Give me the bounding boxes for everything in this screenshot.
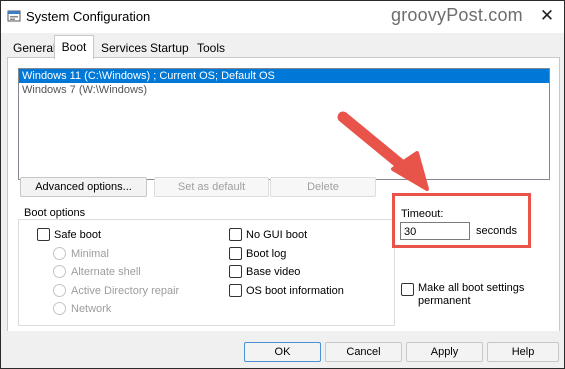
annotation-arrow — [337, 111, 429, 191]
minimal-label: Minimal — [71, 247, 109, 260]
checkbox-box[interactable] — [229, 228, 242, 241]
no-gui-boot-checkbox[interactable]: No GUI boot — [229, 228, 307, 241]
ok-button[interactable]: OK — [244, 342, 321, 362]
system-configuration-window: System Configuration groovyPost.com ✕ Ge… — [0, 0, 565, 369]
tab-tools[interactable]: Tools — [197, 39, 225, 57]
checkbox-box[interactable] — [37, 228, 50, 241]
network-radio[interactable]: Network — [53, 302, 111, 315]
set-as-default-button[interactable]: Set as default — [154, 177, 269, 197]
tab-general[interactable]: General — [13, 39, 56, 57]
boot-options-label: Boot options — [24, 207, 86, 219]
make-permanent-checkbox[interactable]: Make all boot settings permanent — [401, 282, 543, 308]
os-list[interactable]: Windows 11 (C:\Windows) ; Current OS; De… — [18, 68, 550, 180]
apply-button[interactable]: Apply — [406, 342, 483, 362]
os-list-item[interactable]: Windows 7 (W:\Windows) — [19, 83, 549, 97]
make-permanent-label: Make all boot settings permanent — [418, 282, 525, 307]
watermark-text: groovyPost.com — [391, 5, 523, 25]
ad-repair-radio[interactable]: Active Directory repair — [53, 284, 179, 297]
no-gui-boot-label: No GUI boot — [246, 228, 308, 241]
safe-boot-label: Safe boot — [54, 228, 102, 241]
msconfig-icon — [7, 10, 21, 22]
minimal-radio[interactable]: Minimal — [53, 247, 109, 260]
radio-circle[interactable] — [53, 284, 66, 297]
network-label: Network — [71, 302, 112, 315]
os-boot-information-checkbox[interactable]: OS boot information — [229, 284, 344, 297]
timeout-highlight-box — [392, 193, 531, 248]
alternate-shell-label: Alternate shell — [71, 265, 141, 278]
tab-strip: General Boot Services Startup Tools — [1, 35, 564, 59]
os-boot-information-label: OS boot information — [246, 284, 344, 297]
checkbox-box[interactable] — [229, 247, 242, 260]
os-list-item[interactable]: Windows 11 (C:\Windows) ; Current OS; De… — [19, 69, 549, 83]
help-button[interactable]: Help — [487, 342, 559, 362]
alternate-shell-radio[interactable]: Alternate shell — [53, 265, 141, 278]
title-bar: System Configuration groovyPost.com ✕ — [1, 1, 564, 33]
cancel-button[interactable]: Cancel — [325, 342, 402, 362]
checkbox-box[interactable] — [401, 283, 414, 296]
base-video-label: Base video — [246, 265, 301, 278]
tab-startup[interactable]: Startup — [150, 39, 189, 57]
boot-log-label: Boot log — [246, 247, 287, 260]
base-video-checkbox[interactable]: Base video — [229, 265, 300, 278]
dialog-button-bar: OK Cancel Apply Help — [1, 331, 564, 368]
close-icon[interactable]: ✕ — [535, 5, 559, 27]
radio-circle[interactable] — [53, 302, 66, 315]
tab-services[interactable]: Services — [101, 39, 147, 57]
window-title: System Configuration — [26, 9, 151, 24]
boot-log-checkbox[interactable]: Boot log — [229, 247, 286, 260]
safe-boot-checkbox[interactable]: Safe boot — [37, 228, 101, 241]
ad-repair-label: Active Directory repair — [71, 284, 180, 297]
checkbox-box[interactable] — [229, 265, 242, 278]
radio-circle[interactable] — [53, 247, 66, 260]
tab-boot[interactable]: Boot — [54, 35, 94, 59]
advanced-options-button[interactable]: Advanced options... — [20, 177, 147, 197]
radio-circle[interactable] — [53, 265, 66, 278]
checkbox-box[interactable] — [229, 284, 242, 297]
